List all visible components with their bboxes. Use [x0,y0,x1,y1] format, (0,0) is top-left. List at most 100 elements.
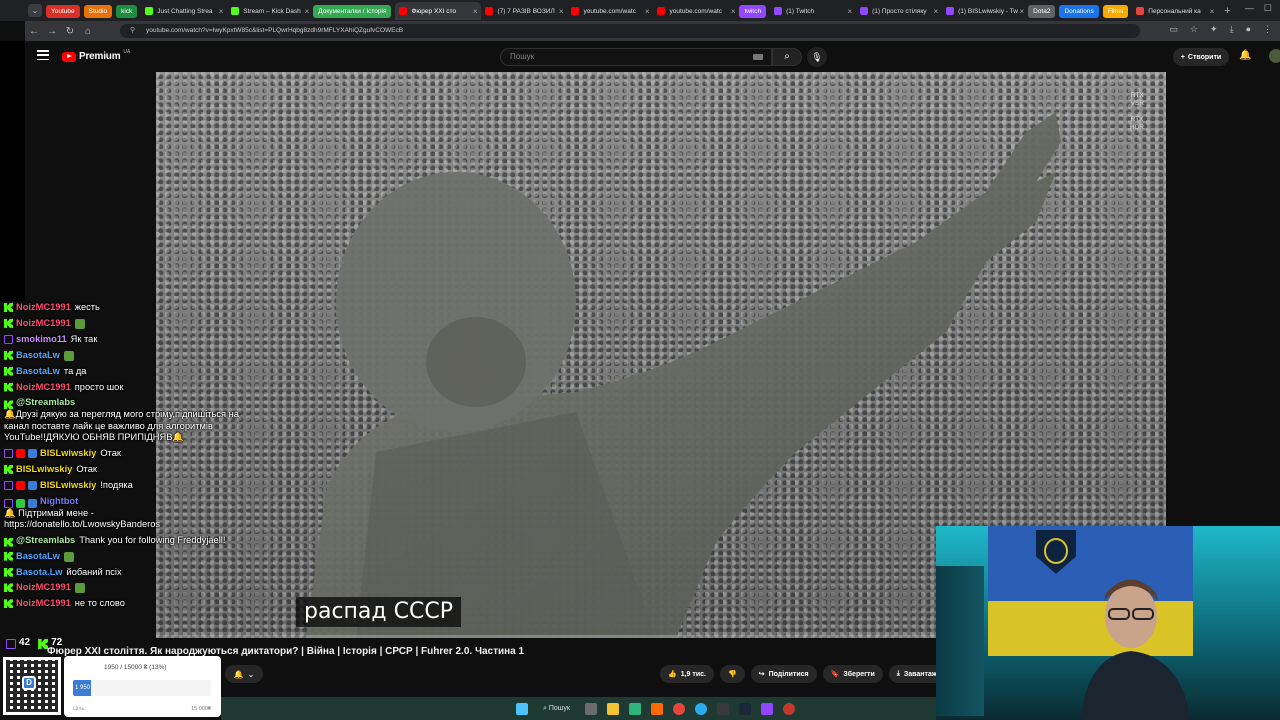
browser-tab[interactable]: (1) Twitch × [770,2,856,20]
profile-icon[interactable]: ● [1246,24,1251,35]
qr-logo-icon: D [22,676,36,690]
tab-favicon-icon [571,7,580,15]
chat-username: Basota.Lw [16,566,63,577]
tab-close-icon[interactable]: × [933,7,938,16]
chat-message: BISLwiwskiy Отак [0,462,240,478]
tab-group-donations[interactable]: Donations [1059,4,1099,18]
chat-username: NoizMC1991 [16,302,71,312]
url-field[interactable]: ⚲ youtube.com/watch?v=IwyKpxtW85c&list=P… [120,24,1140,38]
thumbs-down-icon: 👎 [727,671,737,678]
extensions-icon[interactable]: ✦ [1210,24,1218,35]
taskbar-search[interactable]: ⌕ Пошук [543,705,570,713]
cast-icon[interactable]: ▭ [1169,24,1178,35]
task-view-icon[interactable] [584,702,597,715]
chrome-icon[interactable] [672,702,685,715]
tab-group-twitch[interactable]: twitch [739,4,767,18]
tab-close-icon[interactable]: × [731,7,736,16]
search-input[interactable]: Пошук [500,48,772,66]
sub-badge-icon [28,498,37,508]
download-icon[interactable]: ⤓ [1230,24,1234,35]
dislike-button[interactable]: 👎 [719,665,745,683]
home-icon[interactable]: ⌂ [79,26,97,37]
tab-label: (1) BISLwiwskiy - Tw [958,7,1018,15]
search-button[interactable]: ⌕ [772,48,802,66]
twitch-badge-icon [4,498,13,508]
twitch-app-icon[interactable] [760,702,773,715]
tab-group-docs[interactable]: Документалки / Історія [313,4,392,18]
like-button[interactable]: 👍 1,9 тис. [660,665,714,683]
sub-badge-icon [28,448,37,458]
obs-icon[interactable] [716,702,729,715]
site-info-icon[interactable]: ⚲ [130,24,135,38]
tab-group-youtube[interactable]: Youtube [46,4,80,18]
minimize-icon[interactable]: — [1245,3,1254,14]
tab-label: (1) Просто стіляку [872,7,927,15]
file-explorer-icon[interactable] [606,702,619,715]
browser-tab[interactable]: youtube.com/watc × [653,2,739,20]
tab-search-icon[interactable]: ⌄ [28,4,42,17]
account-avatar[interactable] [1269,49,1280,63]
youtube-play-logo-icon [62,51,76,62]
notifications-bell-icon[interactable]: 🔔 [1239,50,1251,61]
tab-close-icon[interactable]: × [847,7,852,16]
tab-close-icon[interactable]: × [645,7,650,16]
tab-group-studio[interactable]: Studio [83,4,113,18]
forward-icon[interactable]: → [43,26,61,37]
youtube-premium-logo[interactable]: Premium UA [62,49,130,62]
browser-tab[interactable]: youtube.com/watc × [567,2,653,20]
browser-tab[interactable]: Персональний ка × [1132,2,1218,20]
telegram-icon[interactable] [694,702,707,715]
share-button[interactable]: ↪ Поділитися [750,665,817,683]
tab-strip: Youtube Studio kick Just Chatting Strea × Str… [46,2,1231,20]
tab-favicon-icon [657,7,666,15]
app-icon[interactable] [782,702,795,715]
maximize-icon[interactable]: ☐ [1264,3,1272,14]
tab-label: Персональний ка [1148,7,1201,15]
browser-tab[interactable]: Just Chatting Strea × [141,2,227,20]
menu-icon[interactable]: ⋮ [1263,24,1272,35]
subscription-bell-button[interactable]: 🔔 ⌄ [225,665,263,683]
new-tab-icon[interactable]: + [1224,5,1230,17]
back-icon[interactable]: ← [25,26,43,37]
chat-message: smokimo11 Як так [0,332,240,348]
yt-badge-icon [16,448,25,458]
window-controls: — ☐ [1245,3,1272,14]
hamburger-menu-icon[interactable] [37,50,49,60]
reload-icon[interactable]: ↻ [61,26,79,37]
chat-text: просто шок [74,381,124,392]
tab-group-dota[interactable]: Dota2 [1028,4,1056,18]
plus-icon: + [1180,53,1185,61]
tab-close-icon[interactable]: × [219,7,224,16]
bookmark-star-icon[interactable]: ☆ [1190,24,1198,35]
keyboard-icon[interactable] [753,54,763,60]
taskbar-search-label: Пошук [548,704,570,712]
browser-tab[interactable]: Stream – Kick Dash × [227,2,313,20]
browser-tab[interactable]: (1) Просто стіляку × [856,2,942,20]
tab-favicon-icon [485,7,494,15]
tab-favicon-icon [231,7,240,15]
browser-tab-bar: ⌄ Youtube Studio kick Just Chatting Strea × S… [0,0,1280,21]
tab-close-icon[interactable]: × [473,7,478,16]
tab-group-films[interactable]: Films [1102,4,1129,18]
tab-close-icon[interactable]: × [1210,7,1215,16]
chat-username: NoizMC1991 [16,582,71,593]
tab-close-icon[interactable]: × [305,7,310,16]
edge-icon[interactable] [628,702,641,715]
tab-group-kick[interactable]: kick [116,4,138,18]
voice-search-button[interactable]: 🎙 [807,47,827,67]
tab-close-icon[interactable]: × [559,7,564,16]
steam-icon[interactable] [738,702,751,715]
tab-close-icon[interactable]: × [1019,7,1024,16]
chat-message: BasotaLw [0,549,240,565]
windows-start-icon[interactable] [516,702,528,715]
chat-message: BISLwiwskiy Отак [0,446,240,462]
bookmark-icon: 🔖 [830,671,840,678]
save-label: Зберегти [843,670,875,678]
browser-tab[interactable]: (7) 7 РАЗІВ ВОЗИЛ × [481,2,567,20]
create-button[interactable]: + Створити [1173,48,1229,66]
firefox-icon[interactable] [650,702,663,715]
browser-tab[interactable]: Фюрер XXI сто × [395,2,482,20]
browser-tab[interactable]: (1) BISLwiwskiy - Tw × [942,2,1028,20]
chat-message: NoizMC1991 жесть [0,300,240,316]
save-button[interactable]: 🔖 Зберегти [822,665,883,683]
